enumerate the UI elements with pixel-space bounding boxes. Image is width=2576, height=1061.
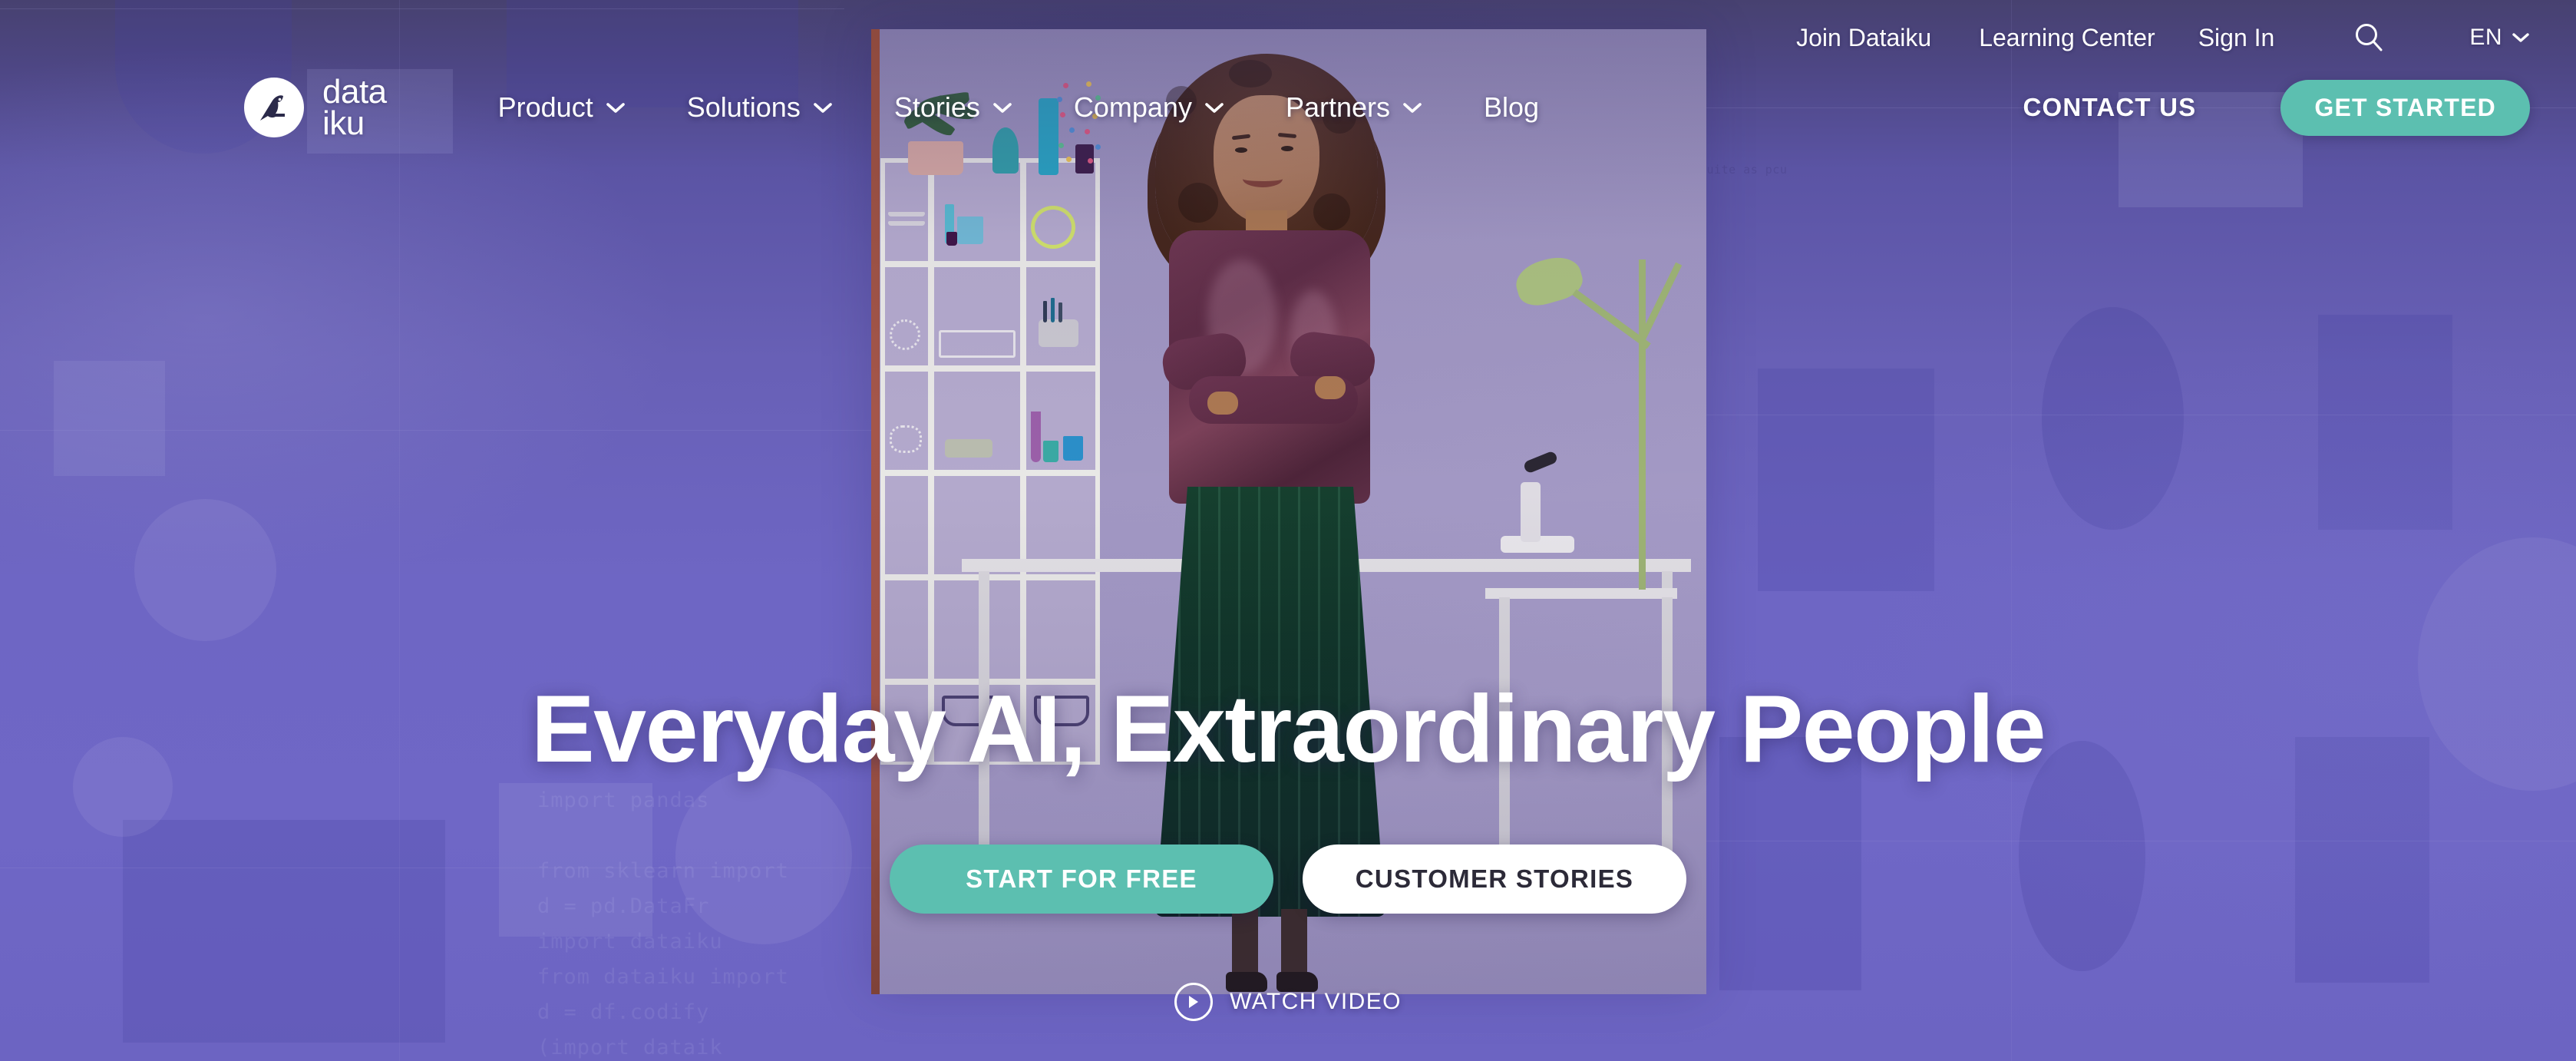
chevron-down-icon	[1205, 102, 1224, 113]
nav-actions: CONTACT US GET STARTED	[2023, 79, 2530, 136]
get-started-button[interactable]: GET STARTED	[2280, 79, 2530, 136]
language-value: EN	[2469, 25, 2502, 50]
utility-link-join-dataiku[interactable]: Join Dataiku	[1796, 24, 1931, 52]
chevron-down-icon	[1403, 102, 1422, 113]
chevron-down-icon	[2512, 33, 2529, 42]
nav-item-blog[interactable]: Blog	[1484, 91, 1539, 124]
nav-item-stories[interactable]: Stories	[894, 91, 1012, 124]
play-circle-icon	[1174, 983, 1214, 1021]
watch-video-label: WATCH VIDEO	[1230, 989, 1402, 1014]
nav-label: Product	[497, 91, 593, 123]
watch-video-link[interactable]: WATCH VIDEO	[0, 983, 2576, 1021]
nav-item-company[interactable]: Company	[1074, 91, 1224, 124]
nav-label: Stories	[893, 91, 980, 123]
chevron-down-icon	[993, 102, 1012, 113]
dataiku-bird-logo-icon	[244, 78, 304, 137]
contact-us-link[interactable]: CONTACT US	[2023, 93, 2197, 122]
lab-shelving-unit	[880, 158, 1100, 765]
logo-wordmark: data iku	[322, 74, 387, 142]
utility-link-learning-center[interactable]: Learning Center	[1979, 24, 2155, 52]
logo-line-2: iku	[322, 104, 365, 142]
nav-label: Blog	[1484, 91, 1540, 123]
nav-item-partners[interactable]: Partners	[1286, 91, 1422, 124]
utility-navigation: Join Dataiku Learning Center Sign In EN	[0, 20, 2576, 55]
start-for-free-button[interactable]: START FOR FREE	[890, 845, 1273, 914]
language-selector[interactable]: EN	[2469, 25, 2530, 51]
dataiku-logo[interactable]: data iku	[244, 74, 387, 142]
utility-link-sign-in[interactable]: Sign In	[2198, 24, 2275, 52]
search-icon[interactable]	[2351, 20, 2386, 55]
nav-label: Solutions	[686, 91, 801, 123]
nav-label: Company	[1073, 91, 1192, 123]
nav-item-solutions[interactable]: Solutions	[687, 91, 833, 124]
primary-nav-items: Product Solutions Stories Company Partne…	[498, 91, 1539, 124]
nav-item-product[interactable]: Product	[498, 91, 626, 124]
nav-label: Partners	[1285, 91, 1391, 123]
side-table	[1485, 588, 1677, 599]
main-navigation: data iku Product Solutions Stories Compa…	[0, 74, 2576, 142]
customer-stories-button[interactable]: CUSTOMER STORIES	[1303, 845, 1686, 914]
chevron-down-icon	[814, 102, 832, 113]
chevron-down-icon	[606, 102, 625, 113]
site-header: Join Dataiku Learning Center Sign In EN	[0, 0, 2576, 154]
hero-cta-row: START FOR FREE CUSTOMER STORIES	[0, 845, 2576, 914]
